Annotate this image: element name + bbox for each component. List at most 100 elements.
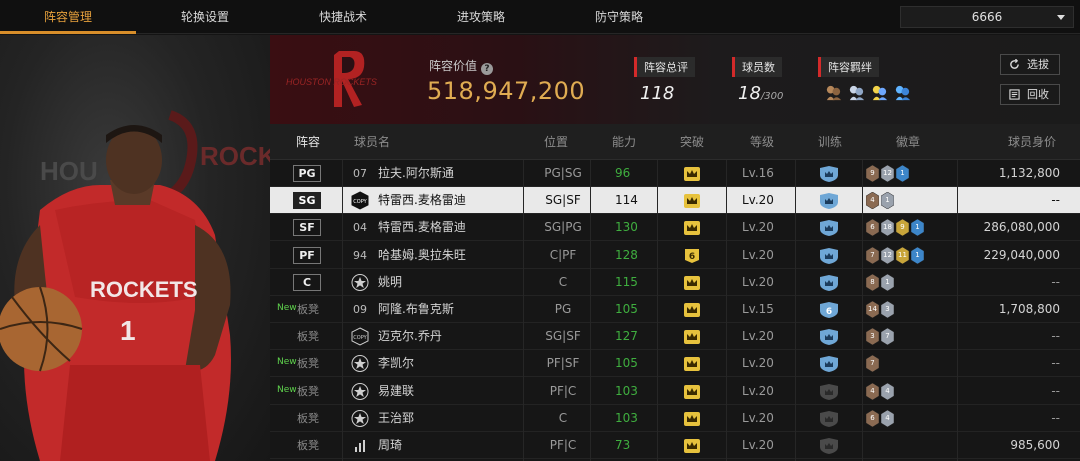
- table-header: 阵容 球员名 位置 能力 突破 等级 训练 徽章 球员身价: [270, 124, 1080, 160]
- breakthrough-crown-icon: 6: [685, 248, 699, 263]
- badge-hex-silver: 12: [881, 246, 894, 264]
- player-count-value: 18/300: [738, 83, 783, 104]
- tab-active-indicator: [0, 31, 136, 34]
- bench-label: 板凳: [297, 411, 319, 425]
- player-level: Lv.20: [742, 438, 774, 452]
- player-ability: 114: [615, 193, 638, 208]
- player-ability: 105: [615, 356, 638, 371]
- badge-hex-silver: 4: [881, 382, 894, 400]
- badge-count: 9: [870, 169, 875, 177]
- badge-count: 11: [898, 250, 907, 259]
- table-row[interactable]: SF 04 特雷西.麦格雷迪 SG|PG 130 Lv.20 286,080,000 6 18 9…: [270, 214, 1080, 242]
- table-row[interactable]: PF 94 哈基姆.奥拉朱旺 C|PF 128 Lv.20 229,040,000 6 7 12 1…: [270, 242, 1080, 269]
- badge-count: 12: [883, 169, 892, 177]
- player-price: 1,132,800: [998, 166, 1060, 180]
- help-icon[interactable]: ?: [481, 63, 494, 75]
- table-row[interactable]: C 姚明 C 115 Lv.20 -- 8 1: [270, 269, 1080, 296]
- player-count-label: 球员数: [732, 57, 782, 77]
- badge-hex-bronze: 14: [866, 301, 879, 318]
- bond-icon-bronze[interactable]: [824, 83, 843, 102]
- player-position: C: [558, 410, 568, 425]
- badge-count: 3: [870, 332, 875, 341]
- table-row[interactable]: 板凳 周琦 PF|C 73 Lv.20 985,600: [270, 432, 1080, 459]
- col-level[interactable]: 等级: [750, 124, 774, 160]
- player-position: PF|C: [549, 383, 577, 398]
- badge-hex-bronze: 6: [866, 219, 879, 237]
- col-price[interactable]: 球员身价: [1008, 124, 1056, 160]
- breakthrough-crown-icon: [684, 357, 700, 372]
- badge-hex-blue: 1: [911, 219, 924, 237]
- player-level: Lv.20: [742, 356, 774, 371]
- col-name[interactable]: 球员名: [354, 124, 390, 160]
- player-level: Lv.20: [742, 410, 774, 425]
- star-card-icon: [351, 409, 369, 427]
- player-price: 286,080,000: [983, 220, 1060, 235]
- player-level: Lv.20: [742, 274, 774, 289]
- bond-icon-silver[interactable]: [847, 83, 866, 102]
- svg-text:COPY: COPY: [353, 335, 367, 341]
- bond-label: 阵容羁绊: [818, 57, 879, 77]
- col-slot[interactable]: 阵容: [296, 124, 320, 160]
- player-position: SG|SF: [545, 193, 581, 208]
- badge-count: 6: [870, 223, 875, 232]
- new-tag: New: [277, 303, 297, 313]
- svg-text:COPY: COPY: [353, 199, 367, 205]
- badge-hex-silver: 1: [881, 192, 894, 210]
- tab-rotation[interactable]: 轮换设置: [136, 0, 274, 34]
- top-nav: 阵容管理 轮换设置 快捷战术 进攻策略 防守策略 6666: [0, 0, 1080, 34]
- bond-icons: [824, 83, 912, 102]
- badge-hex-silver: 18: [881, 219, 894, 237]
- breakthrough-crown-icon: [684, 167, 700, 181]
- player-price: --: [1051, 410, 1060, 425]
- badge-hex-bronze: 6: [866, 409, 879, 427]
- training-shield-icon: [820, 274, 838, 291]
- bench-label: 板凳: [297, 330, 319, 344]
- col-position[interactable]: 位置: [544, 124, 568, 160]
- player-name: 李凯尔: [378, 356, 415, 371]
- bench-label: 板凳: [297, 303, 319, 316]
- col-divider: [795, 160, 796, 461]
- lineup-value-label-text: 阵容价值: [429, 59, 478, 73]
- bench-label: 板凳: [297, 439, 319, 452]
- col-ability[interactable]: 能力: [612, 124, 636, 160]
- bond-icon-gold[interactable]: [870, 83, 889, 102]
- player-ability: 105: [615, 302, 638, 316]
- server-select[interactable]: 6666: [900, 6, 1074, 28]
- player-name: 易建联: [378, 383, 415, 398]
- table-row[interactable]: 板凳 COPY 迈克尔.乔丹 SG|SF 127 Lv.20 -- 3 7: [270, 323, 1080, 351]
- training-shield-icon: [820, 247, 838, 264]
- new-tag: New: [277, 357, 297, 368]
- table-row[interactable]: SG COPY 特雷西.麦格雷迪 SG|SF 114 Lv.20 -- 4 1: [270, 187, 1080, 215]
- bond-icon-blue[interactable]: [893, 83, 912, 102]
- badge-hex-silver: 1: [881, 273, 894, 291]
- table-row[interactable]: New 板凳 易建联 PF|C 103 Lv.20 -- 4 4: [270, 378, 1080, 405]
- col-breakthrough[interactable]: 突破: [680, 124, 704, 160]
- table-row[interactable]: New 板凳 李凯尔 PF|SF 105 Lv.20 -- 7: [270, 350, 1080, 378]
- table-row[interactable]: New 板凳 09 阿隆.布鲁克斯 PG 105 Lv.15 1,708,800 6 14 3: [270, 296, 1080, 323]
- bars-card-icon: [355, 440, 365, 452]
- badge-hex-gold: 11: [896, 246, 909, 264]
- select-button[interactable]: 选拔: [1000, 54, 1060, 75]
- tab-offense[interactable]: 进攻策略: [412, 0, 550, 34]
- badge-count: 9: [900, 223, 905, 232]
- recycle-button[interactable]: 回收: [1000, 84, 1060, 105]
- col-badges[interactable]: 徽章: [896, 124, 920, 160]
- new-tag: New: [277, 384, 297, 395]
- tab-lineup[interactable]: 阵容管理: [0, 0, 136, 34]
- player-level: Lv.20: [742, 220, 774, 235]
- player-price: --: [1051, 383, 1060, 398]
- training-shield-icon: [820, 356, 838, 373]
- player-ability: 127: [615, 329, 638, 344]
- badge-count: 7: [870, 250, 875, 259]
- col-training[interactable]: 训练: [818, 124, 842, 160]
- breakthrough-crown-icon: [684, 221, 700, 236]
- tab-defense[interactable]: 防守策略: [550, 0, 688, 34]
- tab-quick-tactics[interactable]: 快捷战术: [274, 0, 412, 34]
- table-row[interactable]: 板凳 王治郅 C 103 Lv.20 -- 6 4: [270, 405, 1080, 432]
- table-row[interactable]: PG 07 拉夫.阿尔斯通 PG|SG 96 Lv.16 1,132,800 9 12 1: [270, 160, 1080, 187]
- player-level: Lv.15: [742, 302, 774, 316]
- badge-hex-bronze: 3: [866, 328, 879, 346]
- player-ability: 103: [615, 383, 638, 398]
- player-position: PF|SF: [546, 356, 580, 371]
- svg-text:6: 6: [689, 252, 695, 262]
